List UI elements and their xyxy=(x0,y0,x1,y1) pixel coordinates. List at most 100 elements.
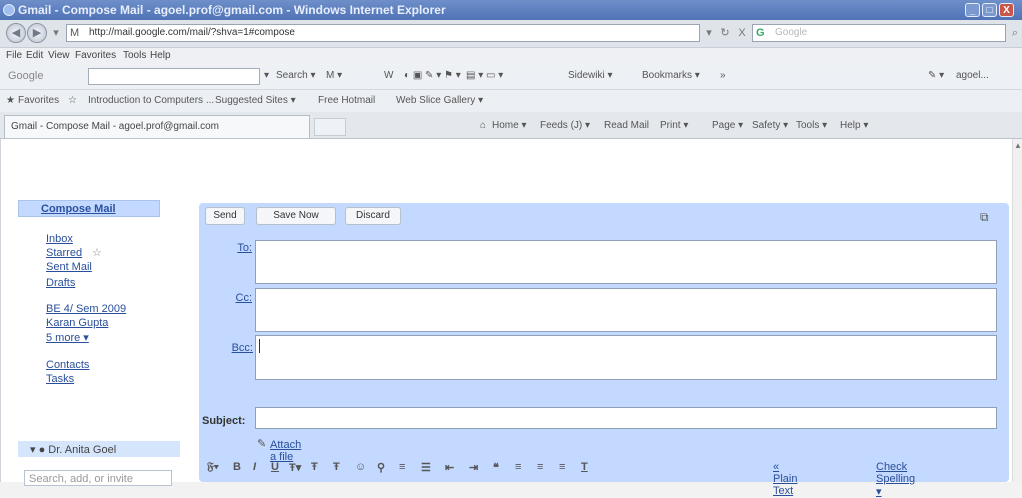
google-toolbar-logo: Google xyxy=(8,70,44,82)
search-box[interactable]: G Google xyxy=(752,24,1006,42)
highlight-icon[interactable]: Ŧ xyxy=(333,461,340,473)
align-left-icon[interactable]: ≡ xyxy=(515,461,521,473)
text-cursor xyxy=(259,339,260,353)
indent-icon[interactable]: ⇥ xyxy=(469,461,478,474)
toolbar-bookmarks-button[interactable]: Bookmarks ▾ xyxy=(642,70,700,81)
underline-icon[interactable]: U xyxy=(271,461,279,473)
toolbar-wikipedia-button[interactable]: W xyxy=(384,70,393,81)
to-field[interactable] xyxy=(255,240,997,284)
nav-contacts[interactable]: Contacts xyxy=(46,359,89,371)
google-toolbar-search-input[interactable] xyxy=(88,68,260,85)
font-icon[interactable]: 𝔉▾ xyxy=(207,461,219,474)
outdent-icon[interactable]: ⇤ xyxy=(445,461,454,474)
nav-label-be4[interactable]: BE 4/ Sem 2009 xyxy=(46,303,126,315)
smiley-icon[interactable]: ☺ xyxy=(355,461,366,473)
popout-icon[interactable]: ⧉ xyxy=(980,210,994,224)
bold-icon[interactable]: B xyxy=(233,461,241,473)
nav-inbox[interactable]: Inbox xyxy=(46,233,73,245)
help-button[interactable]: Help ▾ xyxy=(840,120,868,131)
tab-gmail-compose[interactable]: Gmail - Compose Mail - agoel.prof@gmail.… xyxy=(4,115,310,138)
align-right-icon[interactable]: ≡ xyxy=(559,461,565,473)
read-mail-button[interactable]: Read Mail xyxy=(604,120,649,131)
plain-text-link[interactable]: « Plain Text xyxy=(773,461,797,497)
bulleted-list-icon[interactable]: ☰ xyxy=(421,461,431,474)
send-button[interactable]: Send xyxy=(205,207,245,225)
favorite-intro-computers[interactable]: Introduction to Computers ... xyxy=(88,95,214,106)
quote-icon[interactable]: ❝ xyxy=(493,461,499,474)
text-color-icon[interactable]: Ŧ xyxy=(311,461,318,473)
bcc-field[interactable] xyxy=(255,335,997,380)
menu-tools[interactable]: Tools xyxy=(123,50,146,61)
numbered-list-icon[interactable]: ≡ xyxy=(399,461,405,473)
chat-header[interactable]: ▾ ● Dr. Anita Goel xyxy=(18,441,180,457)
safety-button[interactable]: Safety ▾ xyxy=(752,120,788,131)
toolbar-account-button[interactable]: agoel... xyxy=(956,70,989,81)
feeds-button[interactable]: Feeds (J) ▾ xyxy=(540,120,590,131)
font-size-icon[interactable]: Ŧ▾ xyxy=(289,461,301,474)
url-input[interactable]: M http://mail.google.com/mail/?shva=1#co… xyxy=(66,24,700,42)
toolbar-gmail-button[interactable]: M ▾ xyxy=(326,70,342,81)
menu-file[interactable]: File xyxy=(6,50,22,61)
italic-icon[interactable]: I xyxy=(253,461,256,473)
nav-drafts[interactable]: Drafts xyxy=(46,277,75,289)
refresh-icon[interactable]: ↻ xyxy=(716,25,734,41)
new-tab-button[interactable] xyxy=(314,118,346,136)
compose-mail-link[interactable]: Compose Mail xyxy=(18,200,160,217)
history-dropdown-icon[interactable]: ▾ xyxy=(47,25,65,41)
address-bar: ◀ ▶ ▾ M http://mail.google.com/mail/?shv… xyxy=(0,20,1022,48)
stop-icon[interactable]: X xyxy=(733,25,751,41)
menu-favorites[interactable]: Favorites xyxy=(75,50,116,61)
favorite-suggested-sites[interactable]: Suggested Sites ▾ xyxy=(215,95,296,106)
chat-search-input[interactable]: Search, add, or invite xyxy=(24,470,172,486)
nav-label-karan-gupta[interactable]: Karan Gupta xyxy=(46,317,108,329)
url-text: http://mail.google.com/mail/?shva=1#comp… xyxy=(89,27,295,38)
toolbar-search-button[interactable]: Search ▾ xyxy=(276,70,315,81)
tools-button[interactable]: Tools ▾ xyxy=(796,120,827,131)
maximize-button[interactable]: □ xyxy=(982,3,997,17)
minimize-button[interactable]: _ xyxy=(965,3,980,17)
to-label[interactable]: To: xyxy=(228,242,252,254)
remove-format-icon[interactable]: T xyxy=(581,461,588,473)
nav-tasks[interactable]: Tasks xyxy=(46,373,74,385)
cc-field[interactable] xyxy=(255,288,997,332)
tab-title: Gmail - Compose Mail - agoel.prof@gmail.… xyxy=(11,121,219,132)
bcc-label[interactable]: Bcc: xyxy=(221,342,253,354)
vertical-scrollbar[interactable]: ▲ xyxy=(1012,139,1022,482)
print-button[interactable]: Print ▾ xyxy=(660,120,688,131)
check-spelling-link[interactable]: Check Spelling ▾ xyxy=(876,461,915,498)
window-title-bar: Gmail - Compose Mail - agoel.prof@gmail.… xyxy=(0,0,1022,20)
menu-view[interactable]: View xyxy=(48,50,70,61)
nav-more-labels[interactable]: 5 more ▾ xyxy=(46,331,89,344)
close-button[interactable]: X xyxy=(999,3,1014,17)
home-button[interactable]: Home ▾ xyxy=(492,120,526,131)
discard-button[interactable]: Discard xyxy=(345,207,401,225)
tab-command-bar: Gmail - Compose Mail - agoel.prof@gmail.… xyxy=(0,112,1022,139)
toolbar-page-icons: ▤ ▾ ▭ ▾ xyxy=(466,70,504,81)
forward-button[interactable]: ▶ xyxy=(27,23,47,43)
add-favorites-icon[interactable]: ☆ xyxy=(68,95,77,106)
align-center-icon[interactable]: ≡ xyxy=(537,461,543,473)
settings-icon[interactable]: ✎ ▾ xyxy=(928,70,944,81)
favorites-bar: ★ Favorites ☆ Introduction to Computers … xyxy=(0,90,1022,113)
dropdown-icon[interactable]: ▾ xyxy=(264,70,269,81)
scroll-up-icon[interactable]: ▲ xyxy=(1014,141,1022,150)
favorite-web-slice-gallery[interactable]: Web Slice Gallery ▾ xyxy=(396,95,483,106)
nav-starred[interactable]: Starred xyxy=(46,247,82,259)
window-title: Gmail - Compose Mail - agoel.prof@gmail.… xyxy=(18,3,446,17)
favorites-button[interactable]: Favorites xyxy=(18,95,59,106)
link-icon[interactable]: ⚲ xyxy=(377,461,385,474)
search-placeholder: Google xyxy=(775,27,808,38)
cc-label[interactable]: Cc: xyxy=(228,292,253,304)
subject-field[interactable] xyxy=(255,407,997,429)
toolbar-more-button[interactable]: » xyxy=(720,70,726,81)
menu-edit[interactable]: Edit xyxy=(26,50,43,61)
google-toolbar: Google ▾ Search ▾ M ▾ W ◐ ▣ ✎ ▾ ⚑ ▾ ▤ ▾ … xyxy=(0,65,1022,90)
back-button[interactable]: ◀ xyxy=(6,23,26,43)
favorite-free-hotmail[interactable]: Free Hotmail xyxy=(318,95,375,106)
search-icon[interactable]: ⌕ xyxy=(1006,25,1022,41)
page-button[interactable]: Page ▾ xyxy=(712,120,743,131)
save-now-button[interactable]: Save Now xyxy=(256,207,336,225)
toolbar-sidewiki-button[interactable]: Sidewiki ▾ xyxy=(568,70,612,81)
menu-help[interactable]: Help xyxy=(150,50,171,61)
nav-sent-mail[interactable]: Sent Mail xyxy=(46,261,92,273)
